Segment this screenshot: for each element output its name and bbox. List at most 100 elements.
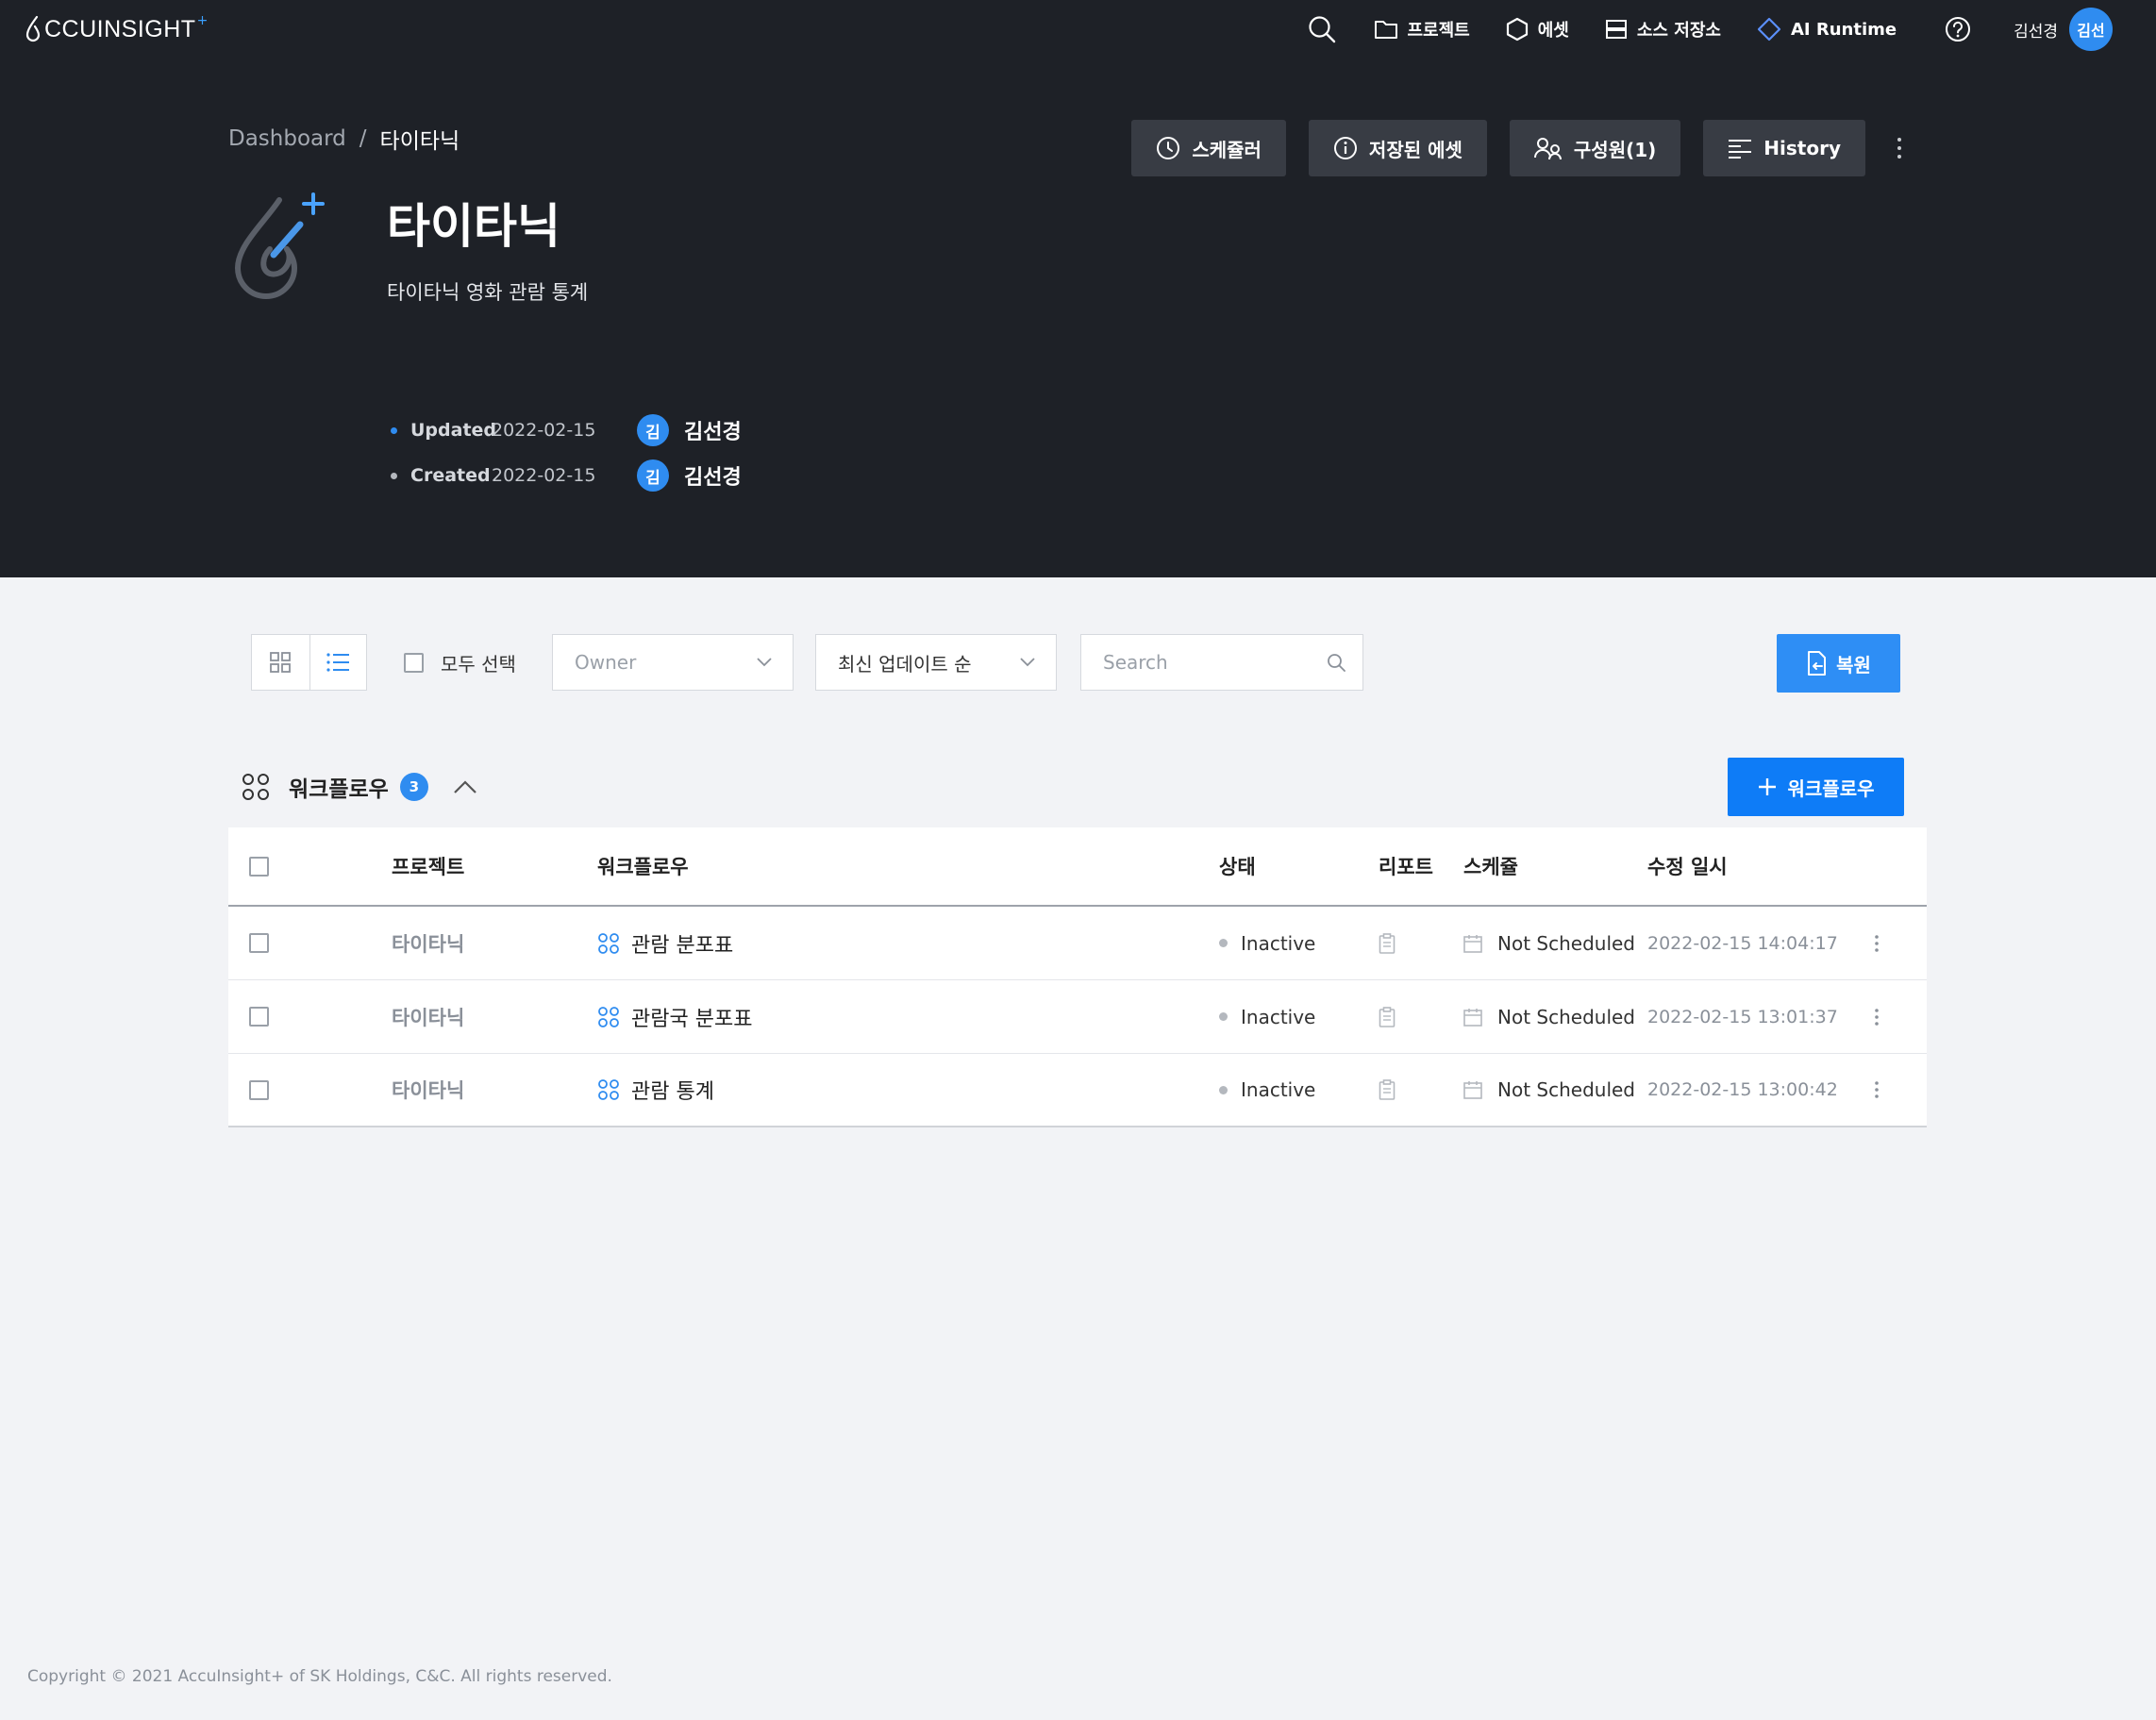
members-icon <box>1533 138 1562 160</box>
select-all-checkbox[interactable] <box>404 652 424 673</box>
header-report[interactable]: 리포트 <box>1379 827 1433 905</box>
nav-item-label: AI Runtime <box>1790 19 1897 40</box>
scheduler-button[interactable]: 스케쥴러 <box>1131 120 1286 176</box>
table-row[interactable]: 타이타닉 관람 통계 Inactive Not Scheduled 2022-0… <box>228 1054 1927 1127</box>
nav-item-ai-runtime[interactable]: AI Runtime <box>1757 17 1897 42</box>
grid-view-button[interactable] <box>252 635 309 690</box>
row-status: Inactive <box>1219 1054 1315 1126</box>
breadcrumb-dashboard[interactable]: Dashboard <box>228 126 346 151</box>
row-workflow[interactable]: 관람국 분포표 <box>597 980 752 1053</box>
row-project: 타이타닉 <box>392 1006 465 1029</box>
logo-text: CCUINSIGHT <box>44 15 196 42</box>
row-checkbox[interactable] <box>249 933 269 953</box>
restore-button[interactable]: 복원 <box>1777 634 1900 693</box>
workflow-icon <box>598 1079 619 1100</box>
saved-assets-button[interactable]: 저장된 에셋 <box>1308 120 1487 176</box>
more-vertical-icon <box>1875 1081 1879 1098</box>
restore-file-icon <box>1808 651 1827 676</box>
workflow-section-header: 워크플로우 3 <box>242 759 477 815</box>
select-all-rows-checkbox[interactable] <box>249 856 269 877</box>
search-box <box>1080 634 1363 691</box>
row-status: Inactive <box>1219 980 1315 1053</box>
row-modified: 2022-02-15 13:00:42 <box>1647 1079 1838 1100</box>
workflow-icon <box>598 932 619 954</box>
select-all[interactable]: 모두 선택 <box>404 634 516 691</box>
table-header: 프로젝트 워크플로우 상태 리포트 스케쥴 수정 일시 <box>228 827 1927 907</box>
sort-value: 최신 업데이트 순 <box>838 652 972 676</box>
row-schedule[interactable]: Not Scheduled <box>1463 980 1635 1053</box>
breadcrumb-separator: / <box>359 126 367 151</box>
search-icon[interactable] <box>1327 653 1345 672</box>
logo-plus: + <box>196 13 209 28</box>
search-icon <box>1308 16 1335 43</box>
nav-item-projects[interactable]: 프로젝트 <box>1374 17 1470 42</box>
header-workflow[interactable]: 워크플로우 <box>597 827 689 905</box>
collapse-section-button[interactable] <box>453 779 477 794</box>
row-modified: 2022-02-15 13:01:37 <box>1647 1006 1838 1027</box>
row-checkbox[interactable] <box>249 1007 269 1027</box>
table-row[interactable]: 타이타닉 관람국 분포표 Inactive Not Scheduled 2022… <box>228 980 1927 1054</box>
status-dot <box>1219 1085 1228 1094</box>
nav-right: 프로젝트 에셋 소스 저장소 AI Runtime 김선경 김선 <box>1306 0 2113 58</box>
list-icon <box>326 653 350 672</box>
top-navbar: CCUINSIGHT + 프로젝트 에셋 소스 저장소 AI Runtime 김… <box>0 0 2156 58</box>
row-more-button[interactable] <box>1874 1054 1880 1126</box>
global-search-button[interactable] <box>1306 13 1338 45</box>
section-title: 워크플로우 <box>289 777 389 802</box>
nav-item-label: 소스 저장소 <box>1636 21 1721 41</box>
updated-label: Updated <box>410 420 497 441</box>
members-label: 구성원(1) <box>1573 138 1657 161</box>
row-checkbox[interactable] <box>249 1079 269 1100</box>
grid-icon <box>270 652 292 673</box>
header-schedule[interactable]: 스케쥴 <box>1463 827 1518 905</box>
header-status[interactable]: 상태 <box>1219 827 1256 905</box>
sort-dropdown[interactable]: 최신 업데이트 순 <box>815 634 1057 691</box>
more-vertical-icon <box>1875 1008 1879 1026</box>
breadcrumb: Dashboard / 타이타닉 <box>228 123 460 155</box>
history-label: History <box>1763 137 1841 159</box>
nav-item-source-repo[interactable]: 소스 저장소 <box>1605 17 1721 42</box>
status-dot <box>1219 939 1228 947</box>
row-more-button[interactable] <box>1874 980 1880 1053</box>
project-meta: Updated 2022-02-15 김 김선경 Created 2022-02… <box>391 408 742 498</box>
row-more-button[interactable] <box>1874 907 1880 979</box>
table-row[interactable]: 타이타닉 관람 분포표 Inactive Not Scheduled 2022-… <box>228 907 1927 980</box>
row-report[interactable] <box>1379 1054 1396 1126</box>
row-schedule-text: Not Scheduled <box>1497 1078 1635 1101</box>
row-status: Inactive <box>1219 907 1315 979</box>
row-schedule[interactable]: Not Scheduled <box>1463 1054 1635 1126</box>
header-modified[interactable]: 수정 일시 <box>1647 827 1728 905</box>
user-menu[interactable]: 김선경 김선 <box>2014 8 2113 51</box>
search-input[interactable] <box>1103 651 1311 674</box>
meta-updated-row: Updated 2022-02-15 김 김선경 <box>391 408 742 453</box>
nav-item-assets[interactable]: 에셋 <box>1506 17 1569 42</box>
status-dot <box>1219 1012 1228 1021</box>
row-report[interactable] <box>1379 907 1396 979</box>
history-button[interactable]: History <box>1703 120 1865 176</box>
updated-by: 김선경 <box>684 421 742 444</box>
user-name: 김선경 <box>2014 22 2058 42</box>
add-workflow-button[interactable]: 워크플로우 <box>1728 758 1904 816</box>
owner-placeholder: Owner <box>575 651 637 674</box>
help-button[interactable] <box>1942 13 1974 45</box>
members-button[interactable]: 구성원(1) <box>1509 120 1681 176</box>
accuinsight-logo[interactable]: CCUINSIGHT + <box>25 13 208 45</box>
row-workflow-name: 관람 분포표 <box>631 933 734 958</box>
project-more-button[interactable] <box>1888 120 1911 176</box>
diamond-icon <box>1757 17 1781 42</box>
list-view-button[interactable] <box>309 635 367 690</box>
owner-filter-dropdown[interactable]: Owner <box>552 634 794 691</box>
chevron-down-icon <box>1020 658 1035 667</box>
header-project[interactable]: 프로젝트 <box>392 827 464 905</box>
project-title: 타이타닉 <box>387 199 560 254</box>
row-checkbox-cell <box>249 1054 269 1126</box>
row-workflow[interactable]: 관람 분포표 <box>597 907 733 979</box>
row-report[interactable] <box>1379 980 1396 1053</box>
more-vertical-icon <box>1897 138 1901 159</box>
row-schedule[interactable]: Not Scheduled <box>1463 907 1635 979</box>
row-project: 타이타닉 <box>392 1079 465 1102</box>
updated-date: 2022-02-15 <box>492 420 596 441</box>
history-list-icon <box>1729 140 1752 159</box>
row-workflow[interactable]: 관람 통계 <box>597 1054 714 1126</box>
workflow-icon <box>598 1006 619 1027</box>
